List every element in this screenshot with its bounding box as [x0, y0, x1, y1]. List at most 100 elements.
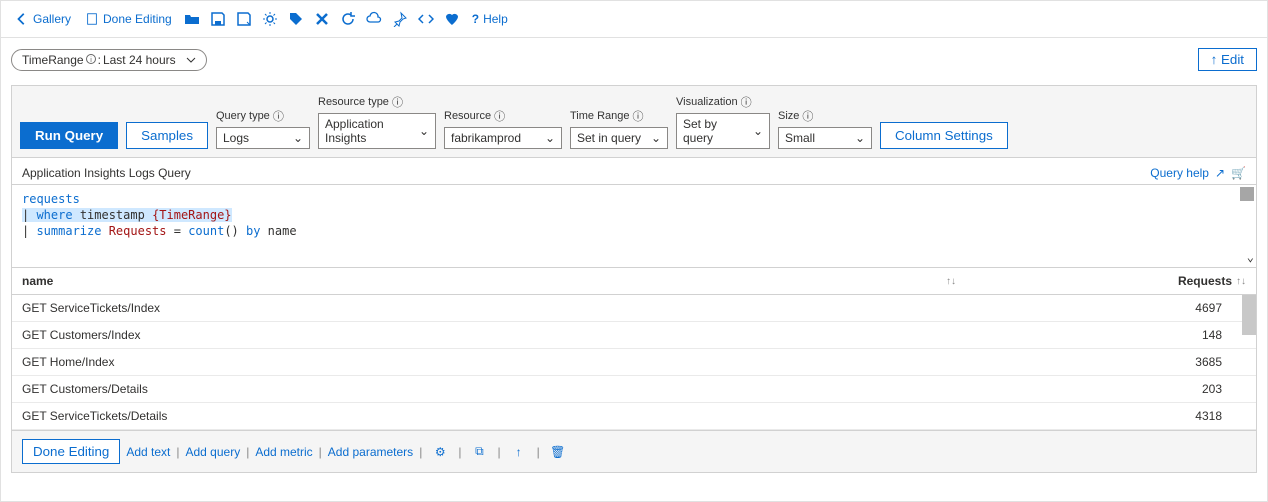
table-row[interactable]: GET ServiceTickets/Details4318 [12, 403, 1256, 430]
editor-token: name [260, 224, 296, 238]
pill-sep: : [98, 53, 101, 67]
chevron-down-icon: ⌄ [419, 124, 429, 138]
resource-type-select[interactable]: Application Insights⌄ [318, 113, 436, 149]
cell-requests: 4318 [1132, 409, 1222, 423]
refresh-icon[interactable] [336, 7, 360, 31]
cell-name: GET Customers/Index [22, 328, 1132, 342]
info-icon: ⓘ [494, 108, 505, 124]
info-icon: ⓘ [392, 94, 403, 110]
column-settings-button[interactable]: Column Settings [880, 122, 1008, 149]
document-icon [85, 12, 99, 26]
resource-select[interactable]: fabrikamprod⌄ [444, 127, 562, 149]
cell-requests: 148 [1132, 328, 1222, 342]
cell-name: GET Home/Index [22, 355, 1132, 369]
table-row[interactable]: GET Home/Index3685 [12, 349, 1256, 376]
editor-token: | [22, 224, 36, 238]
done-editing-label: Done Editing [103, 12, 172, 26]
gear-icon[interactable]: ⚙ [428, 440, 452, 464]
col-name-header[interactable]: name [22, 274, 53, 288]
sort-icon[interactable]: ↑↓ [946, 276, 956, 287]
editor-token: where [29, 208, 80, 222]
help-button[interactable]: ? Help [466, 8, 514, 30]
open-folder-icon[interactable] [180, 7, 204, 31]
query-title: Application Insights Logs Query [22, 166, 191, 180]
pill-value: Last 24 hours [103, 53, 176, 67]
close-icon[interactable] [310, 7, 334, 31]
query-panel: Run Query Samples Query type ⓘ Logs ⌄ Reso… [11, 85, 1257, 473]
delete-icon[interactable]: 🗑 [546, 440, 570, 464]
tag-icon[interactable] [284, 7, 308, 31]
save-icon[interactable] [206, 7, 230, 31]
cloud-icon[interactable] [362, 7, 386, 31]
editor-token: {TimeRange} [152, 208, 231, 222]
editor-token: requests [22, 192, 80, 206]
editor-token: timestamp [80, 208, 152, 222]
size-value: Small [785, 131, 815, 145]
query-editor[interactable]: requests | where timestamp {TimeRange} |… [12, 184, 1256, 268]
chevron-down-icon: ⌄ [753, 124, 763, 138]
table-header: name ↑↓ Requests ↑↓ [12, 268, 1256, 295]
add-query-link[interactable]: Add query [185, 445, 240, 459]
chevron-down-icon: ⌄ [855, 131, 865, 145]
scrollbar-thumb[interactable] [1240, 187, 1254, 201]
gallery-label: Gallery [33, 12, 71, 26]
pill-name: TimeRange [22, 53, 84, 67]
visualization-select[interactable]: Set by query⌄ [676, 113, 770, 149]
cell-name: GET ServiceTickets/Details [22, 409, 1132, 423]
move-up-icon[interactable]: ↑ [507, 440, 531, 464]
editor-token: count [188, 224, 224, 238]
question-icon: ? [472, 12, 479, 26]
query-help-link[interactable]: Query help [1150, 166, 1209, 180]
copy-icon[interactable]: ⧉ [467, 440, 491, 464]
col-requests-header[interactable]: Requests [1178, 274, 1232, 288]
gear-icon[interactable] [258, 7, 282, 31]
editor-token: summarize [36, 224, 108, 238]
scrollbar-thumb[interactable] [1242, 295, 1256, 335]
add-text-link[interactable]: Add text [126, 445, 170, 459]
query-type-select[interactable]: Logs ⌄ [216, 127, 310, 149]
cell-requests: 4697 [1132, 301, 1222, 315]
size-label: Size [778, 110, 799, 122]
resource-value: fabrikamprod [451, 131, 521, 145]
samples-button[interactable]: Samples [126, 122, 208, 149]
edit-button[interactable]: ↑ Edit [1198, 48, 1257, 71]
add-parameters-link[interactable]: Add parameters [328, 445, 413, 459]
table-row[interactable]: GET Customers/Index148 [12, 322, 1256, 349]
chevron-down-icon[interactable]: ⌄ [1247, 249, 1254, 265]
visualization-label: Visualization [676, 96, 738, 108]
done-editing-button[interactable]: Done Editing [22, 439, 120, 464]
info-icon: ⓘ [802, 108, 813, 124]
heart-icon[interactable] [440, 7, 464, 31]
time-range-pill[interactable]: TimeRange i : Last 24 hours [11, 49, 207, 71]
gallery-button[interactable]: Gallery [9, 8, 77, 30]
chevron-down-icon: ⌄ [293, 131, 303, 145]
editor-token: = [167, 224, 189, 238]
cell-requests: 3685 [1132, 355, 1222, 369]
pin-icon[interactable] [388, 7, 412, 31]
top-toolbar: Gallery Done Editing ? Help [1, 1, 1267, 38]
external-link-icon: ↗ [1215, 166, 1225, 180]
run-query-button[interactable]: Run Query [20, 122, 118, 149]
footer-bar: Done Editing Add text| Add query| Add me… [12, 430, 1256, 472]
table-row[interactable]: GET ServiceTickets/Index4697 [12, 295, 1256, 322]
code-icon[interactable] [414, 7, 438, 31]
query-type-value: Logs [223, 131, 249, 145]
add-metric-link[interactable]: Add metric [255, 445, 312, 459]
save-as-icon[interactable] [232, 7, 256, 31]
info-icon: ⓘ [741, 94, 752, 110]
editor-token: Requests [109, 224, 167, 238]
editor-token: () [224, 224, 246, 238]
cell-name: GET ServiceTickets/Index [22, 301, 1132, 315]
sort-icon[interactable]: ↑↓ [1236, 276, 1246, 287]
table-row[interactable]: GET Customers/Details203 [12, 376, 1256, 403]
cart-icon[interactable]: 🛒 [1231, 166, 1246, 180]
resource-type-label: Resource type [318, 96, 389, 108]
info-icon: ⓘ [633, 108, 644, 124]
done-editing-button[interactable]: Done Editing [79, 8, 178, 30]
query-type-label: Query type [216, 110, 270, 122]
size-select[interactable]: Small ⌄ [778, 127, 872, 149]
time-range-label: Time Range [570, 110, 630, 122]
cell-requests: 203 [1132, 382, 1222, 396]
chevron-down-icon: ⌄ [651, 131, 661, 145]
time-range-select[interactable]: Set in query⌄ [570, 127, 668, 149]
